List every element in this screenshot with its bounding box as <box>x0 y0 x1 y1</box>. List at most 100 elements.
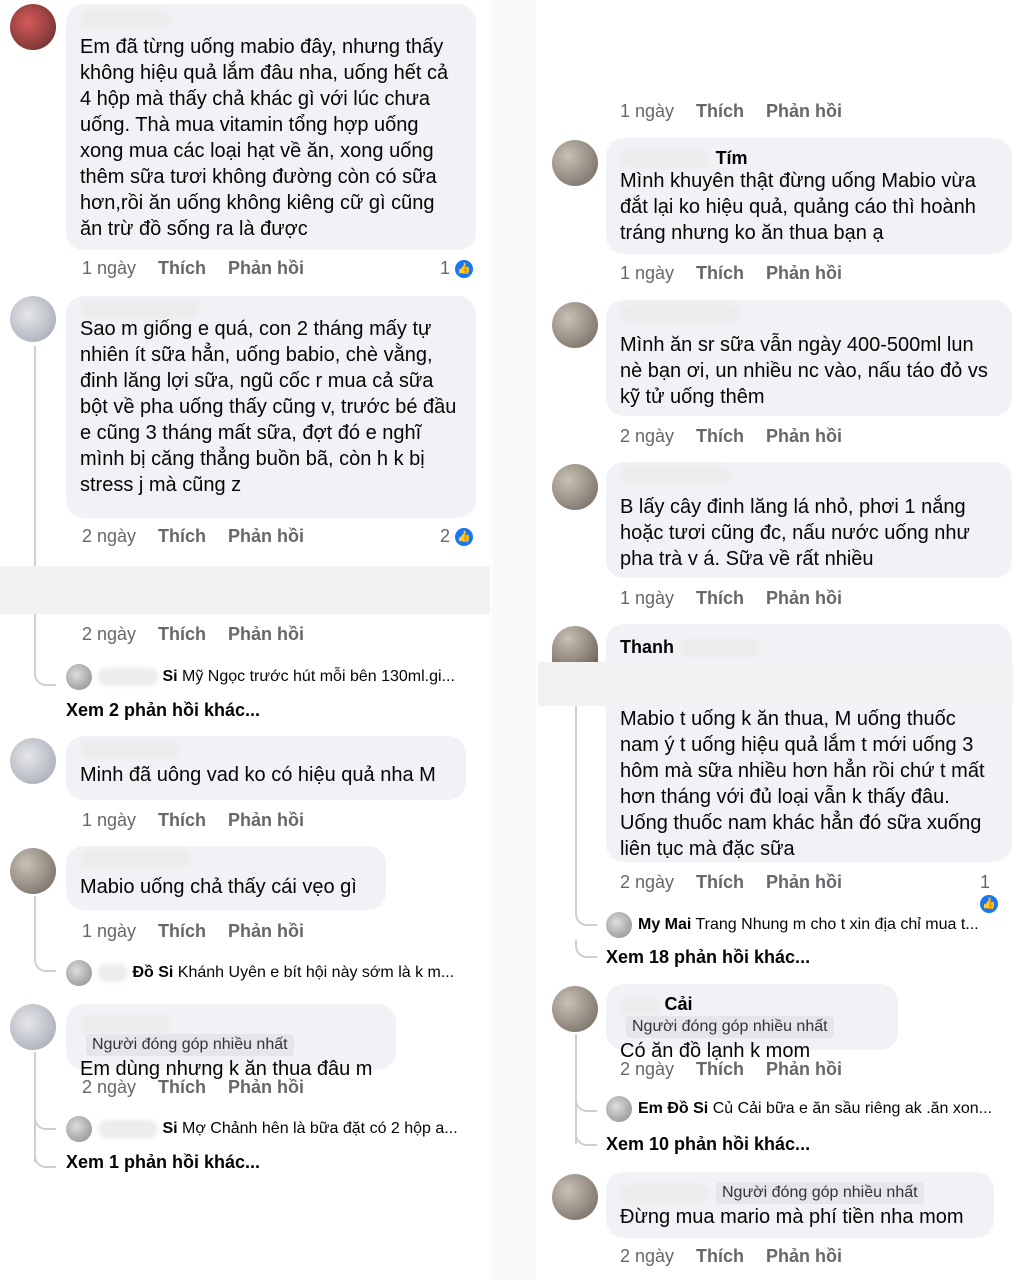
reply-connector <box>575 940 597 958</box>
comment-actions: 1 ngày Thích Phản hồi <box>82 921 326 942</box>
reply-preview[interactable]: Đồ Si Khánh Uyên e bít hội này sớm là k … <box>66 960 486 986</box>
reply-button[interactable]: Phản hồi <box>766 1246 842 1266</box>
like-button[interactable]: Thích <box>696 1059 744 1079</box>
reply-text: Trang Nhung m cho t xin địa chỉ mua t... <box>695 916 979 934</box>
top-fan-badge: Người đóng góp nhiều nhất <box>86 1034 294 1056</box>
view-more-replies[interactable]: Xem 2 phản hồi khác... <box>66 700 260 721</box>
reply-button[interactable]: Phản hồi <box>766 426 842 446</box>
avatar[interactable] <box>552 626 598 662</box>
reply-button[interactable]: Phản hồi <box>228 810 304 830</box>
view-more-replies[interactable]: Xem 10 phản hồi khác... <box>606 1134 810 1155</box>
comment-text: Đừng mua mario mà phí tiền nha mom <box>620 1206 964 1228</box>
reaction-count[interactable]: 1 👍 <box>440 258 474 279</box>
redacted-name <box>620 1184 710 1202</box>
timestamp: 1 ngày <box>82 810 137 830</box>
avatar[interactable] <box>552 302 598 348</box>
reply-author: Đồ Si <box>132 964 174 982</box>
reply-button[interactable]: Phản hồi <box>228 1077 304 1097</box>
like-button[interactable]: Thích <box>158 1077 206 1097</box>
comment-author[interactable]: Tím <box>716 148 748 168</box>
like-button[interactable]: Thích <box>696 426 744 446</box>
reply-button[interactable]: Phản hồi <box>766 1059 842 1079</box>
reply-avatar <box>66 664 92 690</box>
comment-bubble: CảiNgười đóng góp nhiều nhất Có ăn đồ lạ… <box>606 984 898 1062</box>
like-button[interactable]: Thích <box>696 263 744 283</box>
reply-preview[interactable]: My Mai Trang Nhung m cho t xin địa chỉ m… <box>606 912 1011 938</box>
timestamp: 1 ngày <box>620 588 675 608</box>
comment-actions: 1 ngày Thích Phản hồi <box>82 258 326 279</box>
avatar[interactable] <box>10 4 56 50</box>
comment-text: Minh đã uông vad ko có hiệu quả nha M <box>80 764 436 786</box>
avatar[interactable] <box>10 848 56 894</box>
comment-author[interactable]: Cải <box>664 994 692 1014</box>
timestamp: 2 ngày <box>620 1246 675 1266</box>
avatar[interactable] <box>10 1004 56 1050</box>
reply-connector <box>575 1128 597 1146</box>
reply-button[interactable]: Phản hồi <box>766 263 842 283</box>
screenshot-gap-right <box>538 662 1013 706</box>
reaction-count[interactable]: 2 👍 <box>440 526 474 547</box>
comment-bubble: Tím Mình khuyên thật đừng uống Mabio vừa… <box>606 138 1012 254</box>
comment-actions: 2 ngày Thích Phản hồi <box>620 872 864 893</box>
comment-bubble: Mình ăn sr sữa vẫn ngày 400-500ml lun nè… <box>606 300 1012 416</box>
like-button[interactable]: Thích <box>158 921 206 941</box>
redacted-name <box>98 668 158 686</box>
like-button[interactable]: Thích <box>158 258 206 278</box>
like-button[interactable]: Thích <box>158 624 206 644</box>
like-button[interactable]: Thích <box>158 810 206 830</box>
like-button[interactable]: Thích <box>696 588 744 608</box>
reply-button[interactable]: Phản hồi <box>766 872 842 892</box>
reply-preview[interactable]: Si Mợ Chảnh hên là bữa đặt có 2 hộp a... <box>66 1116 486 1142</box>
comment-actions: 2 ngày Thích Phản hồi <box>82 1077 326 1098</box>
reply-text: Mỹ Ngọc trước hút mỗi bên 130ml.gi... <box>182 668 455 686</box>
reply-button[interactable]: Phản hồi <box>766 588 842 608</box>
avatar[interactable] <box>552 986 598 1032</box>
comment-actions: 1 ngày Thích Phản hồi <box>82 810 326 831</box>
reply-avatar <box>606 1096 632 1122</box>
redacted-name <box>679 638 760 657</box>
reply-avatar <box>66 960 92 986</box>
timestamp: 1 ngày <box>620 101 675 121</box>
reply-button[interactable]: Phản hồi <box>228 624 304 644</box>
avatar[interactable] <box>10 738 56 784</box>
like-button[interactable]: Thích <box>696 1246 744 1266</box>
comment-text: B lấy cây đinh lăng lá nhỏ, phơi 1 nắng … <box>620 496 970 570</box>
timestamp: 1 ngày <box>620 263 675 283</box>
reply-text: Khánh Uyên e bít hội này sớm là k m... <box>177 964 455 982</box>
reply-button[interactable]: Phản hồi <box>228 526 304 546</box>
comment-actions: 1 ngày Thích Phản hồi <box>620 263 864 284</box>
top-fan-badge: Người đóng góp nhiều nhất <box>716 1182 924 1204</box>
comment-actions: 2 ngày Thích Phản hồi <box>620 1246 864 1267</box>
comment-bubble: Thanh <box>606 624 1012 662</box>
comment-bubble: Mabio t uống k ăn thua, M uống thuốc nam… <box>606 706 1012 862</box>
redacted-name <box>80 300 200 318</box>
like-button[interactable]: Thích <box>158 526 206 546</box>
avatar[interactable] <box>552 464 598 510</box>
avatar[interactable] <box>552 140 598 186</box>
timestamp: 2 ngày <box>620 1059 675 1079</box>
reply-preview[interactable]: Em Đồ Si Củ Cải bữa e ăn sầu riêng ak .ă… <box>606 1096 1011 1122</box>
thumbs-up-icon: 👍 <box>455 260 474 279</box>
reply-button[interactable]: Phản hồi <box>766 101 842 121</box>
reply-connector <box>34 1106 56 1130</box>
reply-author: Em Đồ Si <box>638 1100 709 1118</box>
view-more-replies[interactable]: Xem 18 phản hồi khác... <box>606 947 810 968</box>
reply-preview[interactable]: Si Mỹ Ngọc trước hút mỗi bên 130ml.gi... <box>66 664 486 690</box>
redacted-name <box>620 466 730 484</box>
reply-button[interactable]: Phản hồi <box>228 258 304 278</box>
screenshot-gap-left <box>0 566 490 614</box>
avatar[interactable] <box>552 1174 598 1220</box>
comment-text: Mabio t uống k ăn thua, M uống thuốc nam… <box>620 708 985 860</box>
like-count: 2 <box>440 526 451 546</box>
comment-bubble: Người đóng góp nhiều nhất Em dùng nhưng … <box>66 1004 396 1080</box>
comment-bubble: B lấy cây đinh lăng lá nhỏ, phơi 1 nắng … <box>606 462 1012 578</box>
redacted-name <box>620 149 710 168</box>
like-button[interactable]: Thích <box>696 101 744 121</box>
reply-button[interactable]: Phản hồi <box>228 921 304 941</box>
comment-author[interactable]: Thanh <box>620 637 674 657</box>
view-more-replies[interactable]: Xem 1 phản hồi khác... <box>66 1152 260 1173</box>
reaction-count[interactable]: 1 👍 <box>980 872 1013 914</box>
avatar[interactable] <box>10 296 56 342</box>
comment-text: Mabio uống chả thấy cái vẹo gì <box>80 876 357 898</box>
like-button[interactable]: Thích <box>696 872 744 892</box>
